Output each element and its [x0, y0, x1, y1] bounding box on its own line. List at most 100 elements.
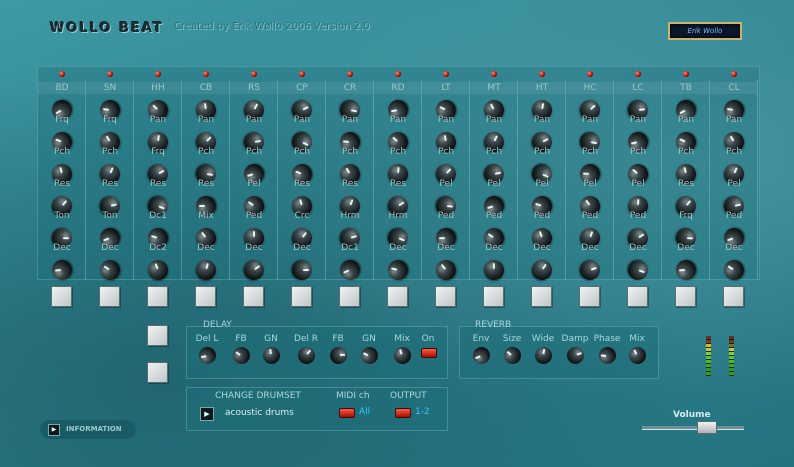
channel-param-label: Res: [53, 179, 71, 189]
channel-param-label: Dc1: [149, 211, 167, 221]
information-button[interactable]: ▶ INFORMATION: [40, 420, 136, 439]
trigger-pad-cb[interactable]: [195, 286, 216, 307]
volume-slider-thumb[interactable]: [697, 421, 717, 434]
drumset-value[interactable]: acoustic drums: [225, 408, 294, 418]
meter-segment: [706, 372, 711, 375]
channel-param-label: Ped: [245, 211, 263, 221]
channel-param-label: Pan: [437, 115, 455, 125]
trigger-pad-cl[interactable]: [723, 286, 744, 307]
channel-param-label: Pan: [485, 115, 503, 125]
midi-button[interactable]: [339, 408, 355, 418]
channel-param-label: Res: [677, 179, 695, 189]
channel-knob-lt-6[interactable]: [431, 255, 461, 285]
reverb-label: Damp: [561, 334, 589, 344]
trigger-pad-hc[interactable]: [579, 286, 600, 307]
level-meter-right: [729, 336, 734, 376]
channel-knob-lc-6[interactable]: [625, 257, 651, 283]
channel-knob-ht-6[interactable]: [528, 256, 556, 284]
channel-param-label: Pan: [149, 115, 167, 125]
channel-param-label: Res: [341, 179, 359, 189]
channel-param-label: Dec: [437, 243, 455, 253]
channel-knob-cp-6[interactable]: [292, 260, 312, 280]
channel-param-label: Ped: [629, 211, 647, 221]
channel-led-hh: [155, 71, 161, 77]
trigger-pad-hh[interactable]: [147, 286, 168, 307]
channel-param-label: Dec: [581, 243, 599, 253]
channel-param-label: Pch: [725, 147, 743, 157]
trigger-pad-rs[interactable]: [243, 286, 264, 307]
channel-param-label: Pan: [629, 115, 647, 125]
meter-segment: [729, 344, 734, 347]
trigger-pad-sn[interactable]: [99, 286, 120, 307]
channel-knob-rd-6[interactable]: [385, 257, 411, 283]
channel-param-label: Dec: [101, 243, 119, 253]
trigger-pad-rd[interactable]: [387, 286, 408, 307]
channel-name: BD: [55, 83, 69, 93]
channel-knob-bd-6[interactable]: [51, 259, 73, 281]
channel-knob-tb-6[interactable]: [675, 259, 697, 281]
channel-strip-hc: HC Pan Pch Pel Ped Dec: [566, 68, 614, 283]
channel-knob-hh-6[interactable]: [145, 257, 171, 283]
channel-param-label: Crc: [294, 211, 310, 221]
channel-led-cp: [299, 71, 305, 77]
channel-param-label: Dec: [725, 243, 743, 253]
trigger-pad-mt[interactable]: [483, 286, 504, 307]
channel-led-ht: [539, 71, 545, 77]
channel-param-label: Frq: [679, 211, 693, 221]
volume-slider-track[interactable]: [642, 426, 744, 429]
channel-name: LT: [441, 83, 451, 93]
channel-strip-ht: HT Pan Pch Pel Ped Dec: [518, 68, 566, 284]
channel-led-rs: [251, 71, 257, 77]
channel-knob-cb-6[interactable]: [193, 257, 219, 283]
meter-segment: [729, 336, 734, 339]
channel-param-label: Dec: [197, 243, 215, 253]
trigger-pad-cp[interactable]: [291, 286, 312, 307]
channel-led-lc: [635, 71, 641, 77]
left-pad-button-1[interactable]: [147, 325, 168, 346]
channel-param-label: Pan: [389, 115, 407, 125]
channel-param-label: Pan: [197, 115, 215, 125]
channel-param-label: Pch: [245, 147, 263, 157]
meter-segment: [729, 372, 734, 375]
channel-strip-sn: SN Frq Pch Res Ton Dec: [86, 68, 134, 284]
output-button[interactable]: [395, 408, 411, 418]
delay-label: Mix: [394, 334, 410, 344]
channel-param-label: Pan: [341, 115, 359, 125]
channel-name: CP: [296, 83, 308, 93]
channel-knob-mt-6[interactable]: [483, 259, 505, 281]
channel-led-mt: [491, 71, 497, 77]
trigger-pad-ht[interactable]: [531, 286, 552, 307]
drumset-arrow-icon[interactable]: ▶: [200, 407, 214, 421]
channel-knob-sn-6[interactable]: [96, 256, 124, 284]
channel-strip-cp: CP Pan Pch Res Crc Dec: [278, 68, 326, 280]
information-label: INFORMATION: [66, 425, 122, 433]
trigger-pad-tb[interactable]: [675, 286, 696, 307]
channel-param-label: Pch: [389, 147, 407, 157]
channel-knob-cl-6[interactable]: [720, 256, 748, 284]
meter-segment: [729, 364, 734, 367]
channel-led-bd: [59, 71, 65, 77]
channel-strip-lt: LT Pan Pch Pel Ped Dec: [422, 68, 470, 285]
trigger-pad-lt[interactable]: [435, 286, 456, 307]
channel-param-label: Pan: [245, 115, 263, 125]
channel-strip-mt: MT Pan Pch Pel Ped Dec: [470, 68, 518, 281]
channel-name: MT: [487, 83, 501, 93]
channel-knob-cr-6[interactable]: [336, 256, 364, 284]
channel-param-label: Dec: [677, 243, 695, 253]
meter-segment: [706, 340, 711, 343]
delay-on-button[interactable]: [421, 348, 437, 358]
channel-knob-rs-6[interactable]: [239, 255, 269, 285]
channel-name: HT: [535, 83, 549, 93]
left-pad-button-2[interactable]: [147, 362, 168, 383]
channel-param-label: Dec: [293, 243, 311, 253]
channel-param-label: Hrm: [340, 211, 360, 221]
trigger-pad-cr[interactable]: [339, 286, 360, 307]
channel-name: RS: [248, 83, 260, 93]
midi-label: MIDI ch: [336, 391, 370, 401]
channel-name: SN: [103, 83, 117, 93]
channel-knob-hc-6[interactable]: [577, 257, 603, 283]
trigger-pad-lc[interactable]: [627, 286, 648, 307]
trigger-pad-bd[interactable]: [51, 286, 72, 307]
channel-param-label: Ton: [54, 211, 70, 221]
volume-label: Volume: [673, 410, 711, 420]
